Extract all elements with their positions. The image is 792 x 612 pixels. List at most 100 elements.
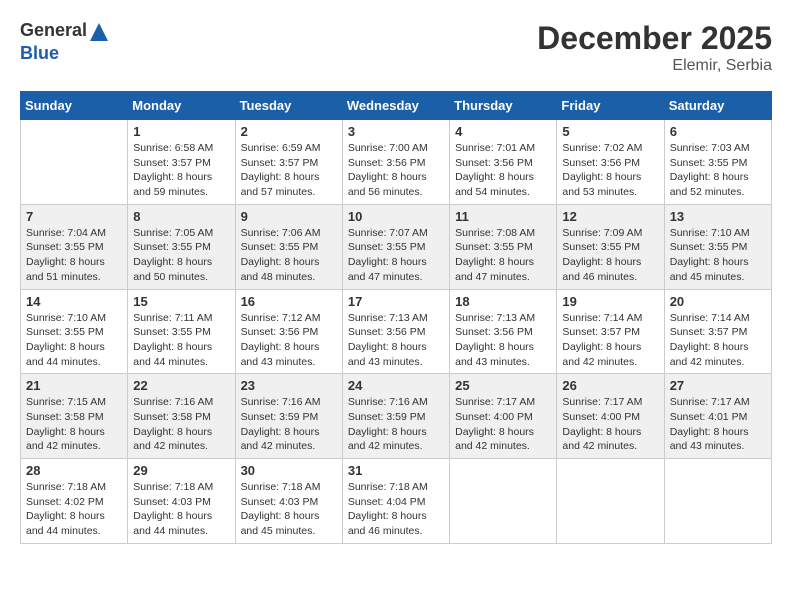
day-number: 22 <box>133 378 229 393</box>
day-number: 1 <box>133 124 229 139</box>
day-number: 11 <box>455 209 551 224</box>
daylight-text: Daylight: 8 hours and 43 minutes. <box>670 425 766 454</box>
day-info: Sunrise: 7:01 AMSunset: 3:56 PMDaylight:… <box>455 141 551 200</box>
weekday-header-row: SundayMondayTuesdayWednesdayThursdayFrid… <box>21 92 772 120</box>
day-number: 8 <box>133 209 229 224</box>
day-info: Sunrise: 7:17 AMSunset: 4:00 PMDaylight:… <box>455 395 551 454</box>
day-number: 12 <box>562 209 658 224</box>
calendar-cell: 31Sunrise: 7:18 AMSunset: 4:04 PMDayligh… <box>342 459 449 544</box>
sunrise-text: Sunrise: 7:17 AM <box>455 395 551 410</box>
calendar-cell <box>21 120 128 205</box>
daylight-text: Daylight: 8 hours and 57 minutes. <box>241 170 337 199</box>
day-number: 27 <box>670 378 766 393</box>
day-number: 5 <box>562 124 658 139</box>
daylight-text: Daylight: 8 hours and 42 minutes. <box>562 425 658 454</box>
day-info: Sunrise: 7:17 AMSunset: 4:01 PMDaylight:… <box>670 395 766 454</box>
day-number: 24 <box>348 378 444 393</box>
sunrise-text: Sunrise: 7:07 AM <box>348 226 444 241</box>
sunrise-text: Sunrise: 7:03 AM <box>670 141 766 156</box>
day-number: 2 <box>241 124 337 139</box>
day-info: Sunrise: 7:13 AMSunset: 3:56 PMDaylight:… <box>348 311 444 370</box>
calendar-cell: 22Sunrise: 7:16 AMSunset: 3:58 PMDayligh… <box>128 374 235 459</box>
daylight-text: Daylight: 8 hours and 52 minutes. <box>670 170 766 199</box>
day-info: Sunrise: 7:05 AMSunset: 3:55 PMDaylight:… <box>133 226 229 285</box>
sunset-text: Sunset: 3:59 PM <box>348 410 444 425</box>
location-subtitle: Elemir, Serbia <box>537 57 772 75</box>
day-number: 6 <box>670 124 766 139</box>
day-info: Sunrise: 7:12 AMSunset: 3:56 PMDaylight:… <box>241 311 337 370</box>
calendar-cell: 10 Sunrise: 7:07 AMSunset: 3:55 PMDayligh… <box>342 204 449 289</box>
sunrise-text: Sunrise: 7:13 AM <box>348 311 444 326</box>
calendar-cell: 11Sunrise: 7:08 AMSunset: 3:55 PMDayligh… <box>450 204 557 289</box>
day-info: Sunrise: 7:18 AMSunset: 4:02 PMDaylight:… <box>26 480 122 539</box>
calendar-cell: 26Sunrise: 7:17 AMSunset: 4:00 PMDayligh… <box>557 374 664 459</box>
daylight-text: Daylight: 8 hours and 43 minutes. <box>241 340 337 369</box>
day-info: Sunrise: 7:13 AMSunset: 3:56 PMDaylight:… <box>455 311 551 370</box>
sunrise-text: Sunrise: 7:10 AM <box>670 226 766 241</box>
page-header: General Blue December 2025 Elemir, Serbi… <box>20 20 772 75</box>
weekday-header: Saturday <box>664 92 771 120</box>
calendar-week-row: 28Sunrise: 7:18 AMSunset: 4:02 PMDayligh… <box>21 459 772 544</box>
day-number: 9 <box>241 209 337 224</box>
daylight-text: Daylight: 8 hours and 42 minutes. <box>133 425 229 454</box>
day-info: Sunrise: 7:17 AMSunset: 4:00 PMDaylight:… <box>562 395 658 454</box>
calendar-cell: 23Sunrise: 7:16 AMSunset: 3:59 PMDayligh… <box>235 374 342 459</box>
sunset-text: Sunset: 3:59 PM <box>241 410 337 425</box>
sunrise-text: Sunrise: 7:18 AM <box>348 480 444 495</box>
calendar-cell: 19Sunrise: 7:14 AMSunset: 3:57 PMDayligh… <box>557 289 664 374</box>
calendar-cell: 27 Sunrise: 7:17 AMSunset: 4:01 PMDayligh… <box>664 374 771 459</box>
daylight-text: Daylight: 8 hours and 45 minutes. <box>670 255 766 284</box>
sunrise-text: Sunrise: 7:06 AM <box>241 226 337 241</box>
day-info: Sunrise: 7:18 AMSunset: 4:03 PMDaylight:… <box>241 480 337 539</box>
sunrise-text: Sunrise: 7:18 AM <box>26 480 122 495</box>
calendar-cell: 13Sunrise: 7:10 AMSunset: 3:55 PMDayligh… <box>664 204 771 289</box>
daylight-text: Daylight: 8 hours and 54 minutes. <box>455 170 551 199</box>
logo: General Blue <box>20 20 111 64</box>
calendar-cell: 24 Sunrise: 7:16 AMSunset: 3:59 PMDayligh… <box>342 374 449 459</box>
daylight-text: Daylight: 8 hours and 46 minutes. <box>562 255 658 284</box>
day-info: Sunrise: 7:18 AMSunset: 4:04 PMDaylight:… <box>348 480 444 539</box>
daylight-text: Daylight: 8 hours and 53 minutes. <box>562 170 658 199</box>
day-info: Sunrise: 6:58 AMSunset: 3:57 PMDaylight:… <box>133 141 229 200</box>
logo-general: General <box>20 20 87 40</box>
daylight-text: Daylight: 8 hours and 42 minutes. <box>241 425 337 454</box>
sunrise-text: Sunrise: 7:08 AM <box>455 226 551 241</box>
daylight-text: Daylight: 8 hours and 47 minutes. <box>455 255 551 284</box>
day-info: Sunrise: 7:16 AMSunset: 3:59 PMDaylight:… <box>348 395 444 454</box>
weekday-header: Wednesday <box>342 92 449 120</box>
day-number: 10 <box>348 209 444 224</box>
sunrise-text: Sunrise: 6:58 AM <box>133 141 229 156</box>
sunset-text: Sunset: 3:55 PM <box>670 240 766 255</box>
daylight-text: Daylight: 8 hours and 47 minutes. <box>348 255 444 284</box>
daylight-text: Daylight: 8 hours and 44 minutes. <box>133 340 229 369</box>
calendar-cell: 14Sunrise: 7:10 AMSunset: 3:55 PMDayligh… <box>21 289 128 374</box>
day-info: Sunrise: 7:18 AMSunset: 4:03 PMDaylight:… <box>133 480 229 539</box>
day-number: 30 <box>241 463 337 478</box>
day-info: Sunrise: 7:07 AMSunset: 3:55 PMDaylight:… <box>348 226 444 285</box>
sunset-text: Sunset: 3:56 PM <box>562 156 658 171</box>
weekday-header: Tuesday <box>235 92 342 120</box>
sunset-text: Sunset: 3:55 PM <box>26 240 122 255</box>
day-info: Sunrise: 7:16 AMSunset: 3:59 PMDaylight:… <box>241 395 337 454</box>
daylight-text: Daylight: 8 hours and 44 minutes. <box>133 509 229 538</box>
day-info: Sunrise: 7:04 AMSunset: 3:55 PMDaylight:… <box>26 226 122 285</box>
calendar-cell: 16Sunrise: 7:12 AMSunset: 3:56 PMDayligh… <box>235 289 342 374</box>
daylight-text: Daylight: 8 hours and 42 minutes. <box>455 425 551 454</box>
day-info: Sunrise: 7:15 AMSunset: 3:58 PMDaylight:… <box>26 395 122 454</box>
daylight-text: Daylight: 8 hours and 42 minutes. <box>562 340 658 369</box>
weekday-header: Thursday <box>450 92 557 120</box>
sunset-text: Sunset: 3:56 PM <box>455 325 551 340</box>
day-info: Sunrise: 7:10 AMSunset: 3:55 PMDaylight:… <box>26 311 122 370</box>
logo-text: General Blue <box>20 20 111 64</box>
sunset-text: Sunset: 3:55 PM <box>133 325 229 340</box>
sunrise-text: Sunrise: 7:18 AM <box>133 480 229 495</box>
sunrise-text: Sunrise: 7:15 AM <box>26 395 122 410</box>
sunrise-text: Sunrise: 7:14 AM <box>670 311 766 326</box>
sunrise-text: Sunrise: 7:16 AM <box>348 395 444 410</box>
calendar-week-row: 21Sunrise: 7:15 AMSunset: 3:58 PMDayligh… <box>21 374 772 459</box>
sunset-text: Sunset: 3:58 PM <box>26 410 122 425</box>
day-number: 15 <box>133 294 229 309</box>
sunset-text: Sunset: 4:02 PM <box>26 495 122 510</box>
sunset-text: Sunset: 3:56 PM <box>348 325 444 340</box>
day-info: Sunrise: 7:09 AMSunset: 3:55 PMDaylight:… <box>562 226 658 285</box>
